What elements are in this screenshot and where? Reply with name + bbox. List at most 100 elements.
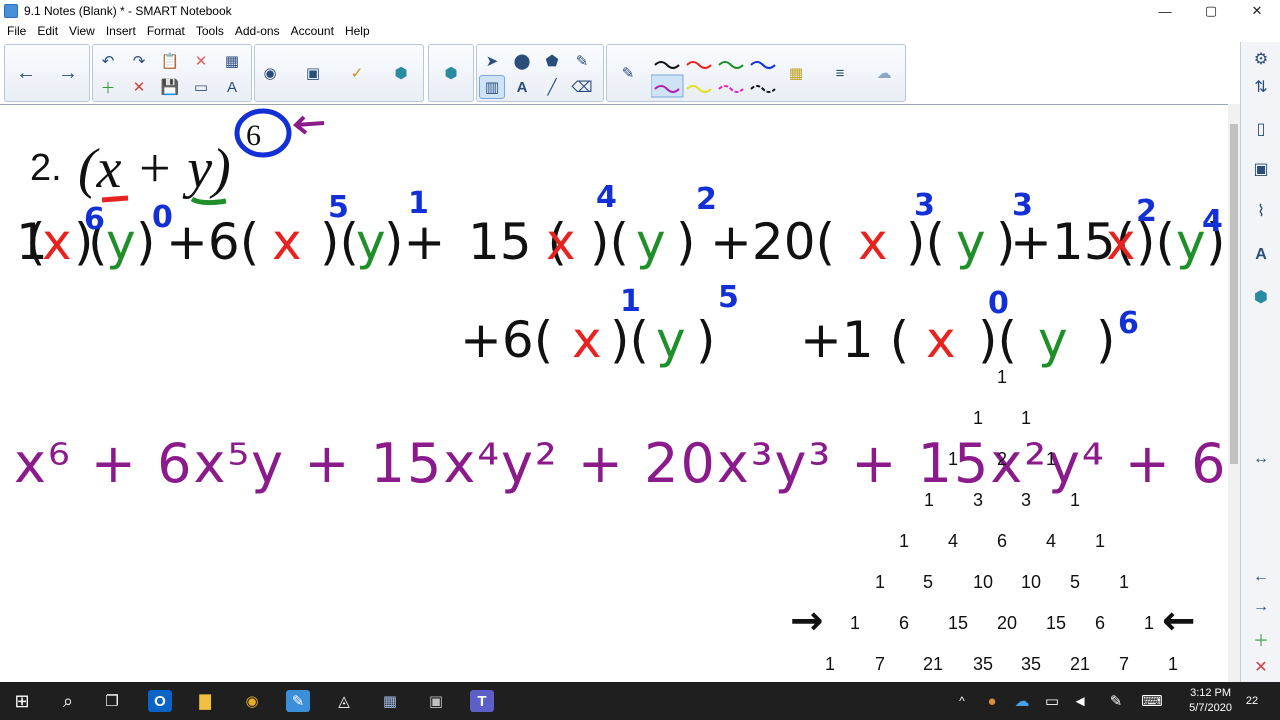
undo-icon[interactable]: ↶ <box>95 49 121 73</box>
addon-icon[interactable]: ⬢ <box>388 61 414 85</box>
term-x: x <box>858 213 888 271</box>
puzzle-icon[interactable]: ⬢ <box>438 61 464 85</box>
magic-pen-icon[interactable]: ✎ <box>569 49 595 73</box>
coefficient: +1 ( <box>800 311 910 369</box>
save-icon[interactable]: 💾 <box>157 75 183 99</box>
exponent: 1 <box>408 186 429 221</box>
close-button[interactable]: ✕ <box>1234 0 1280 22</box>
row-pointer-left: → <box>790 598 824 644</box>
pen-style-swatches[interactable] <box>651 51 781 99</box>
pascal-number: 1 <box>1168 654 1179 674</box>
scrollbar-thumb[interactable] <box>1230 124 1238 464</box>
addons-icon[interactable]: ⬢ <box>1247 284 1275 310</box>
menu-account[interactable]: Account <box>291 24 334 38</box>
add-page-icon[interactable]: ＋ <box>1247 626 1275 652</box>
outlook-icon[interactable]: O <box>148 690 172 712</box>
menu-edit[interactable]: Edit <box>37 24 58 38</box>
menu-view[interactable]: View <box>69 24 95 38</box>
previous-page-icon[interactable]: ← <box>1247 564 1275 590</box>
app-icon[interactable]: ▣ <box>424 690 448 712</box>
media-group: ◉ ▣ ✓ ⬢ <box>254 44 424 102</box>
add-page-icon[interactable]: ＋ <box>95 75 121 99</box>
onedrive-icon[interactable]: ☁ <box>1010 690 1034 712</box>
pen-ink-icon[interactable]: ✎ <box>1104 690 1128 712</box>
coefficient: +6( <box>460 311 554 369</box>
pascal-number: 5 <box>1070 572 1081 592</box>
clock-time: 3:12 PM <box>1190 687 1232 699</box>
chrome-icon[interactable]: ◉ <box>240 690 264 712</box>
smart-notebook-taskbar-icon[interactable]: ✎ <box>286 690 310 712</box>
volume-icon[interactable]: ◄ <box>1068 690 1092 712</box>
edit-group: ↶ ↷ 📋 ✕ ▦ ＋ ✕ 💾 ▭ A <box>92 44 252 102</box>
table-tool-icon[interactable]: ▥ <box>479 75 505 99</box>
pascal-number: 1 <box>899 531 910 551</box>
menu-file[interactable]: File <box>7 24 26 38</box>
teams-icon[interactable]: T <box>470 690 494 712</box>
menu-insert[interactable]: Insert <box>106 24 136 38</box>
paren-join: )( <box>610 311 650 369</box>
menu-help[interactable]: Help <box>345 24 370 38</box>
screen-shade-icon[interactable]: ▭ <box>188 75 214 99</box>
maximize-button[interactable]: ▢ <box>1188 0 1234 22</box>
pascal-number: 1 <box>1095 531 1106 551</box>
pascal-number: 7 <box>1119 654 1130 674</box>
delete-page-icon[interactable]: ✕ <box>126 75 152 99</box>
vertical-scrollbar[interactable] <box>1228 104 1240 682</box>
next-page-icon[interactable]: → <box>1247 594 1275 620</box>
gear-icon[interactable]: ⚙ <box>1247 46 1275 72</box>
back-icon[interactable]: ← <box>13 61 39 85</box>
tray-app-icon[interactable]: ● <box>980 690 1004 712</box>
paste-icon[interactable]: 📋 <box>157 49 183 73</box>
search-icon[interactable]: ⌕ <box>56 690 80 712</box>
exponent: 0 <box>988 286 1009 321</box>
keyboard-icon[interactable]: ⌨ <box>1140 690 1164 712</box>
minimize-button[interactable]: — <box>1142 0 1188 22</box>
window-title: 9.1 Notes (Blank) * - SMART Notebook <box>24 4 232 18</box>
term-y: y <box>636 213 666 271</box>
effects-icon[interactable]: ☁ <box>871 61 897 85</box>
swap-icon[interactable]: ⇅ <box>1247 74 1275 100</box>
notifications-icon[interactable]: 22 <box>1240 690 1264 712</box>
camera-icon[interactable]: ◉ <box>257 61 283 85</box>
eraser-icon[interactable]: ⌫ <box>569 75 595 99</box>
battery-icon[interactable]: ▭ <box>1040 690 1064 712</box>
forward-icon[interactable]: → <box>55 61 81 85</box>
text-tool-icon[interactable]: A <box>509 75 535 99</box>
line-icon[interactable]: ╱ <box>539 75 565 99</box>
attachments-icon[interactable]: ⌇ <box>1247 198 1275 224</box>
chevron-up-icon[interactable]: ^ <box>950 690 974 712</box>
menu-format[interactable]: Format <box>147 24 185 38</box>
text-format-icon[interactable]: A <box>219 75 245 99</box>
gallery-icon[interactable]: ▣ <box>1247 156 1275 182</box>
color-palette-icon[interactable]: ▦ <box>783 61 809 85</box>
line-style-icon[interactable]: ≡ <box>827 61 853 85</box>
shapes-icon[interactable]: ⬤ <box>509 49 535 73</box>
pen-icon[interactable]: ✎ <box>615 61 641 85</box>
task-view-icon[interactable]: ❐ <box>100 690 124 712</box>
menu-addons[interactable]: Add-ons <box>235 24 280 38</box>
menu-tools[interactable]: Tools <box>196 24 224 38</box>
properties-icon[interactable]: A <box>1247 242 1275 268</box>
delete-page-icon[interactable]: ✕ <box>1247 654 1275 680</box>
redo-icon[interactable]: ↷ <box>126 49 152 73</box>
document-camera-icon[interactable]: ▣ <box>300 61 326 85</box>
start-icon[interactable]: ⊞ <box>10 690 34 712</box>
calculator-icon[interactable]: ▦ <box>378 690 402 712</box>
delete-icon[interactable]: ✕ <box>188 49 214 73</box>
term-x: x <box>926 311 956 369</box>
system-clock[interactable]: 3:12 PM 5/7/2020 <box>1189 686 1232 716</box>
app-icon[interactable]: ◬ <box>332 690 356 712</box>
term-y: y <box>656 311 686 369</box>
fill-icon[interactable]: ⬟ <box>539 49 565 73</box>
page-sorter-icon[interactable]: ▯ <box>1247 116 1275 142</box>
whiteboard-canvas[interactable]: 2. (x + y) 6 1 ( x ) ( y ) +6( x )( y )+… <box>0 104 1228 682</box>
pascal-number: 21 <box>1070 654 1091 674</box>
resize-handle-icon[interactable]: ↔ <box>1247 446 1275 472</box>
table-icon[interactable]: ▦ <box>219 49 245 73</box>
exponent: 5 <box>718 280 739 315</box>
response-icon[interactable]: ✓ <box>344 61 370 85</box>
term-y: y <box>1038 311 1068 369</box>
select-icon[interactable]: ➤ <box>479 49 505 73</box>
window-controls: — ▢ ✕ <box>1142 0 1280 22</box>
file-explorer-icon[interactable]: ▇ <box>193 690 217 712</box>
